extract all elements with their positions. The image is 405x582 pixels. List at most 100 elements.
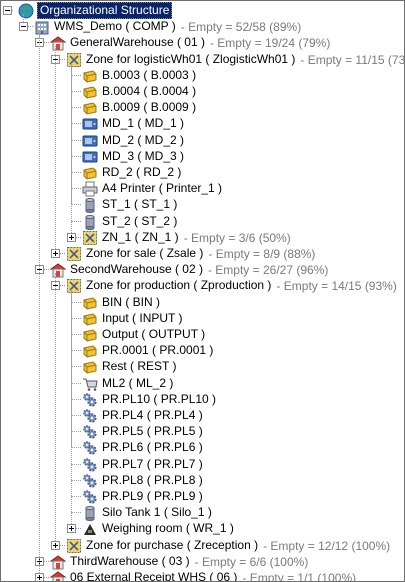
tree-node-label[interactable]: MD_2 ( MD_2 ): [101, 133, 185, 148]
tree-node-label[interactable]: ThirdWarehouse ( 03 ): [69, 554, 191, 569]
tree-node[interactable]: RD_2 ( RD_2 ): [82, 164, 182, 181]
tree-node-label[interactable]: PR.PL4 ( PR.PL4 ): [101, 408, 204, 423]
expand-toggle[interactable]: [51, 249, 60, 258]
tree-connector: [71, 512, 81, 513]
tree-node[interactable]: Zone for production ( Zproduction ) - Emp…: [66, 277, 397, 294]
tree-node[interactable]: Weighing room ( WR_1 ): [82, 520, 235, 537]
globe-icon: [18, 3, 34, 19]
tree-node[interactable]: PR.0001 ( PR.0001 ): [82, 342, 214, 359]
expand-toggle[interactable]: [51, 541, 60, 550]
gear-icon: [82, 473, 98, 489]
tree-node-label[interactable]: Zone for purchase ( Zreception ): [85, 538, 259, 553]
tree-node[interactable]: BIN ( BIN ): [82, 294, 161, 311]
tree-node-label[interactable]: RD_2 ( RD_2 ): [101, 165, 182, 180]
tree-node[interactable]: ML2 ( ML_2 ): [82, 375, 174, 392]
tree-node-label[interactable]: MD_1 ( MD_1 ): [101, 116, 185, 131]
tree-node-label[interactable]: B.0003 ( B.0003 ): [101, 68, 197, 83]
tank-icon: [82, 505, 98, 521]
tree-node[interactable]: GeneralWarehouse ( 01 ) - Empty = 19/24 (…: [49, 34, 330, 51]
tree-node-label[interactable]: PR.PL10 ( PR.PL10 ): [101, 392, 217, 407]
tree-node[interactable]: WMS_Demo ( COMP ) - Empty = 52/58 (89%): [34, 18, 301, 35]
empty-capacity-text: - Empty = 12/12 (100%): [263, 538, 391, 553]
zone-icon: [66, 538, 82, 554]
expand-toggle[interactable]: [67, 233, 76, 242]
tree-node[interactable]: PR.PL4 ( PR.PL4 ): [82, 407, 204, 424]
tree-node-label[interactable]: WMS_Demo ( COMP ): [53, 19, 177, 34]
tree-connector: [55, 46, 56, 253]
gear-icon: [82, 408, 98, 424]
tree-node[interactable]: Zone for logisticWh01 ( ZlogisticWh01 ) -…: [66, 51, 404, 68]
mobile-device-icon: [82, 116, 98, 132]
cart-icon: [82, 376, 98, 392]
expand-toggle[interactable]: [67, 524, 76, 533]
tree-node[interactable]: MD_1 ( MD_1 ): [82, 115, 185, 132]
tree-node[interactable]: Rest ( REST ): [82, 358, 177, 375]
tree-node[interactable]: Silo Tank 1 ( Silo_1 ): [82, 504, 213, 521]
tree-node[interactable]: 06 External Receipt WHS ( 06 ) - Empty = …: [49, 569, 356, 581]
tree-node-label[interactable]: Silo Tank 1 ( Silo_1 ): [101, 505, 213, 520]
tree-node-label[interactable]: PR.0001 ( PR.0001 ): [101, 343, 214, 358]
tree-node[interactable]: ST_2 ( ST_2 ): [82, 213, 178, 230]
empty-capacity-text: - Empty = 3/6 (50%): [183, 230, 291, 245]
empty-capacity-text: - Empty = 26/27 (96%): [207, 262, 329, 277]
organizational-structure-tree[interactable]: Organizational Structure WMS_Demo ( COMP …: [1, 1, 404, 581]
tree-node-label[interactable]: A4 Printer ( Printer_1 ): [101, 181, 223, 196]
tree-node[interactable]: A4 Printer ( Printer_1 ): [82, 180, 223, 197]
tree-node-label[interactable]: ZN_1 ( ZN_1 ): [101, 230, 180, 245]
tree-connector: [71, 75, 81, 76]
tree-node[interactable]: B.0009 ( B.0009 ): [82, 99, 197, 116]
tree-node[interactable]: ZN_1 ( ZN_1 ) - Empty = 3/6 (50%): [82, 229, 291, 246]
tree-node-label[interactable]: ST_1 ( ST_1 ): [101, 197, 178, 212]
tree-node-label[interactable]: PR.PL6 ( PR.PL6 ): [101, 440, 204, 455]
tree-node[interactable]: MD_2 ( MD_2 ): [82, 132, 185, 149]
bin-icon: [82, 311, 98, 327]
tree-node[interactable]: MD_3 ( MD_3 ): [82, 148, 185, 165]
tree-node-label[interactable]: BIN ( BIN ): [101, 295, 161, 310]
collapse-toggle[interactable]: [19, 22, 28, 31]
tree-node[interactable]: B.0003 ( B.0003 ): [82, 67, 197, 84]
tree-node[interactable]: Output ( OUTPUT ): [82, 326, 206, 343]
tree-node[interactable]: PR.PL6 ( PR.PL6 ): [82, 439, 204, 456]
tree-node-label[interactable]: PR.PL7 ( PR.PL7 ): [101, 457, 204, 472]
tree-node[interactable]: ST_1 ( ST_1 ): [82, 196, 178, 213]
tree-node[interactable]: SecondWarehouse ( 02 ) - Empty = 26/27 (9…: [49, 261, 329, 278]
tree-node-label[interactable]: Zone for production ( Zproduction ): [85, 278, 272, 293]
tree-node-label[interactable]: B.0004 ( B.0004 ): [101, 84, 197, 99]
tree-node[interactable]: PR.PL10 ( PR.PL10 ): [82, 391, 217, 408]
tree-connector: [55, 273, 56, 545]
tree-node-label[interactable]: 06 External Receipt WHS ( 06 ): [69, 570, 238, 581]
tree-node-label[interactable]: Input ( INPUT ): [101, 311, 183, 326]
tree-node[interactable]: Organizational Structure: [18, 2, 173, 19]
tree-node[interactable]: Input ( INPUT ): [82, 310, 183, 327]
tree-node-label[interactable]: Rest ( REST ): [101, 359, 177, 374]
tree-node[interactable]: PR.PL8 ( PR.PL8 ): [82, 472, 204, 489]
tree-connector: [71, 221, 81, 222]
tree-node-label[interactable]: ST_2 ( ST_2 ): [101, 214, 178, 229]
tree-connector: [71, 156, 81, 157]
tree-node-label[interactable]: PR.PL9 ( PR.PL9 ): [101, 489, 204, 504]
tree-node[interactable]: PR.PL7 ( PR.PL7 ): [82, 456, 204, 473]
tree-node[interactable]: PR.PL5 ( PR.PL5 ): [82, 423, 204, 440]
tree-node-label[interactable]: Zone for logisticWh01 ( ZlogisticWh01 ): [85, 52, 296, 67]
tree-node-label[interactable]: SecondWarehouse ( 02 ): [69, 262, 204, 277]
collapse-toggle[interactable]: [3, 6, 12, 15]
tree-node-label[interactable]: Zone for sale ( Zsale ): [85, 246, 204, 261]
tree-node-label[interactable]: Weighing room ( WR_1 ): [101, 521, 235, 536]
warehouse-icon: [49, 35, 67, 51]
bin-icon: [82, 100, 98, 116]
tree-node-label[interactable]: PR.PL8 ( PR.PL8 ): [101, 473, 204, 488]
tree-node[interactable]: PR.PL9 ( PR.PL9 ): [82, 488, 204, 505]
tree-node[interactable]: Zone for purchase ( Zreception ) - Empty …: [66, 537, 390, 554]
tree-node-label[interactable]: Organizational Structure: [37, 2, 173, 19]
tree-node-label[interactable]: GeneralWarehouse ( 01 ): [69, 35, 206, 50]
expand-toggle[interactable]: [35, 573, 44, 581]
tree-node[interactable]: ThirdWarehouse ( 03 ) - Empty = 6/6 (100%…: [49, 553, 308, 570]
tree-node-label[interactable]: B.0009 ( B.0009 ): [101, 100, 197, 115]
tree-node[interactable]: Zone for sale ( Zsale ) - Empty = 8/9 (88…: [66, 245, 315, 262]
tree-node-label[interactable]: PR.PL5 ( PR.PL5 ): [101, 424, 204, 439]
tree-node-label[interactable]: ML2 ( ML_2 ): [101, 376, 174, 391]
tree-node[interactable]: B.0004 ( B.0004 ): [82, 83, 197, 100]
zone-icon: [66, 52, 82, 68]
tree-node-label[interactable]: Output ( OUTPUT ): [101, 327, 206, 342]
tree-node-label[interactable]: MD_3 ( MD_3 ): [101, 149, 185, 164]
